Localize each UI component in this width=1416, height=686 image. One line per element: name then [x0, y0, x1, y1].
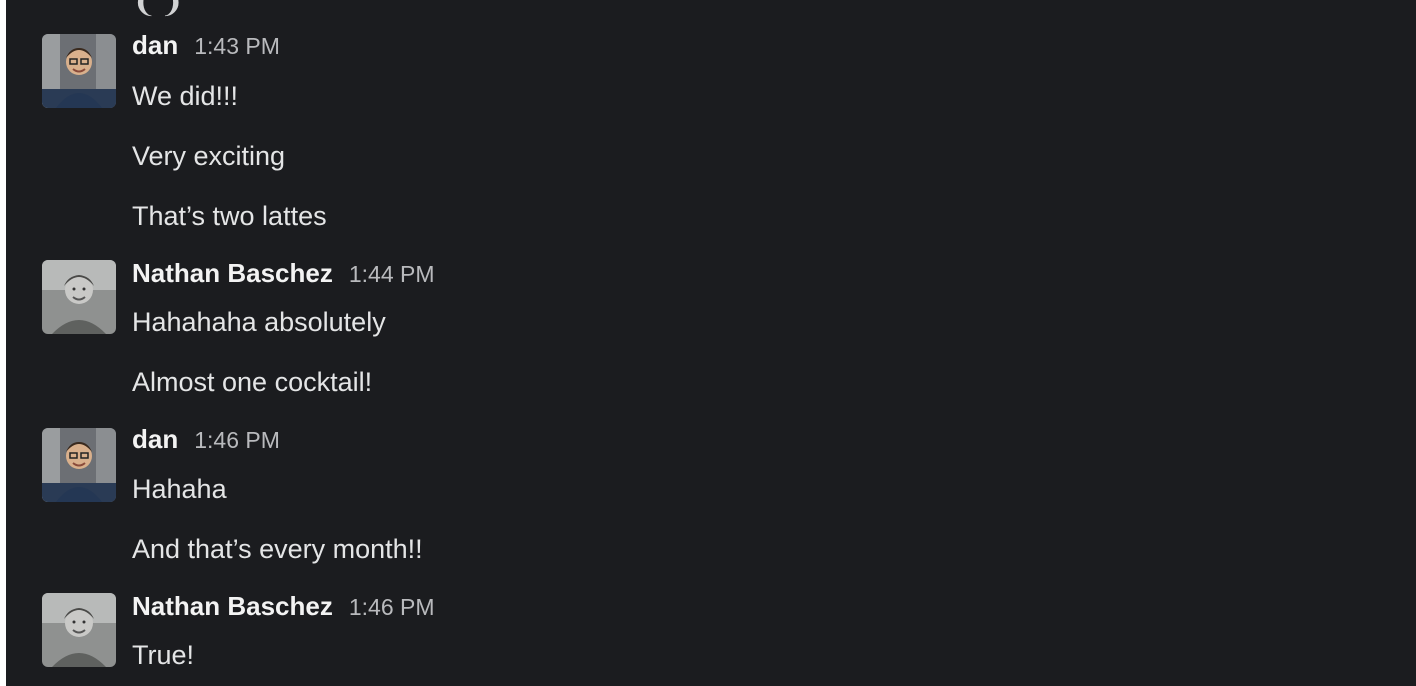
- avatar-photo-icon: [42, 428, 116, 502]
- avatar-photo-icon: [42, 34, 116, 108]
- author-name[interactable]: dan: [132, 424, 178, 455]
- partial-reaction-glyph: ❨❩: [132, 0, 187, 19]
- message-header: dan 1:46 PM: [132, 424, 280, 460]
- nathan-avatar[interactable]: [42, 260, 116, 334]
- message-line: Almost one cocktail!: [132, 367, 373, 397]
- dan-avatar[interactable]: [42, 34, 116, 108]
- message-line: And that’s every month!!: [132, 534, 423, 564]
- message-line: Hahahaha absolutely: [132, 307, 386, 337]
- message-header: dan 1:43 PM: [132, 30, 280, 66]
- message-header: Nathan Baschez 1:46 PM: [132, 591, 435, 627]
- message-line: We did!!!: [132, 81, 239, 111]
- avatar-photo-icon: [42, 593, 116, 667]
- message-line: That’s two lattes: [132, 201, 327, 231]
- nathan-avatar[interactable]: [42, 593, 116, 667]
- message-header: Nathan Baschez 1:44 PM: [132, 258, 435, 294]
- message-pane: ❨❩ dan 1:43 PM We did!!! Very exciting T…: [6, 0, 1416, 686]
- author-name[interactable]: Nathan Baschez: [132, 591, 333, 622]
- timestamp[interactable]: 1:43 PM: [194, 33, 280, 60]
- author-name[interactable]: Nathan Baschez: [132, 258, 333, 289]
- avatar-photo-icon: [42, 260, 116, 334]
- timestamp[interactable]: 1:46 PM: [194, 427, 280, 454]
- message-line: Very exciting: [132, 141, 286, 171]
- dan-avatar[interactable]: [42, 428, 116, 502]
- message-line: Hahaha: [132, 474, 227, 504]
- author-name[interactable]: dan: [132, 30, 178, 61]
- timestamp[interactable]: 1:44 PM: [349, 261, 435, 288]
- timestamp[interactable]: 1:46 PM: [349, 594, 435, 621]
- message-line: True!: [132, 640, 195, 670]
